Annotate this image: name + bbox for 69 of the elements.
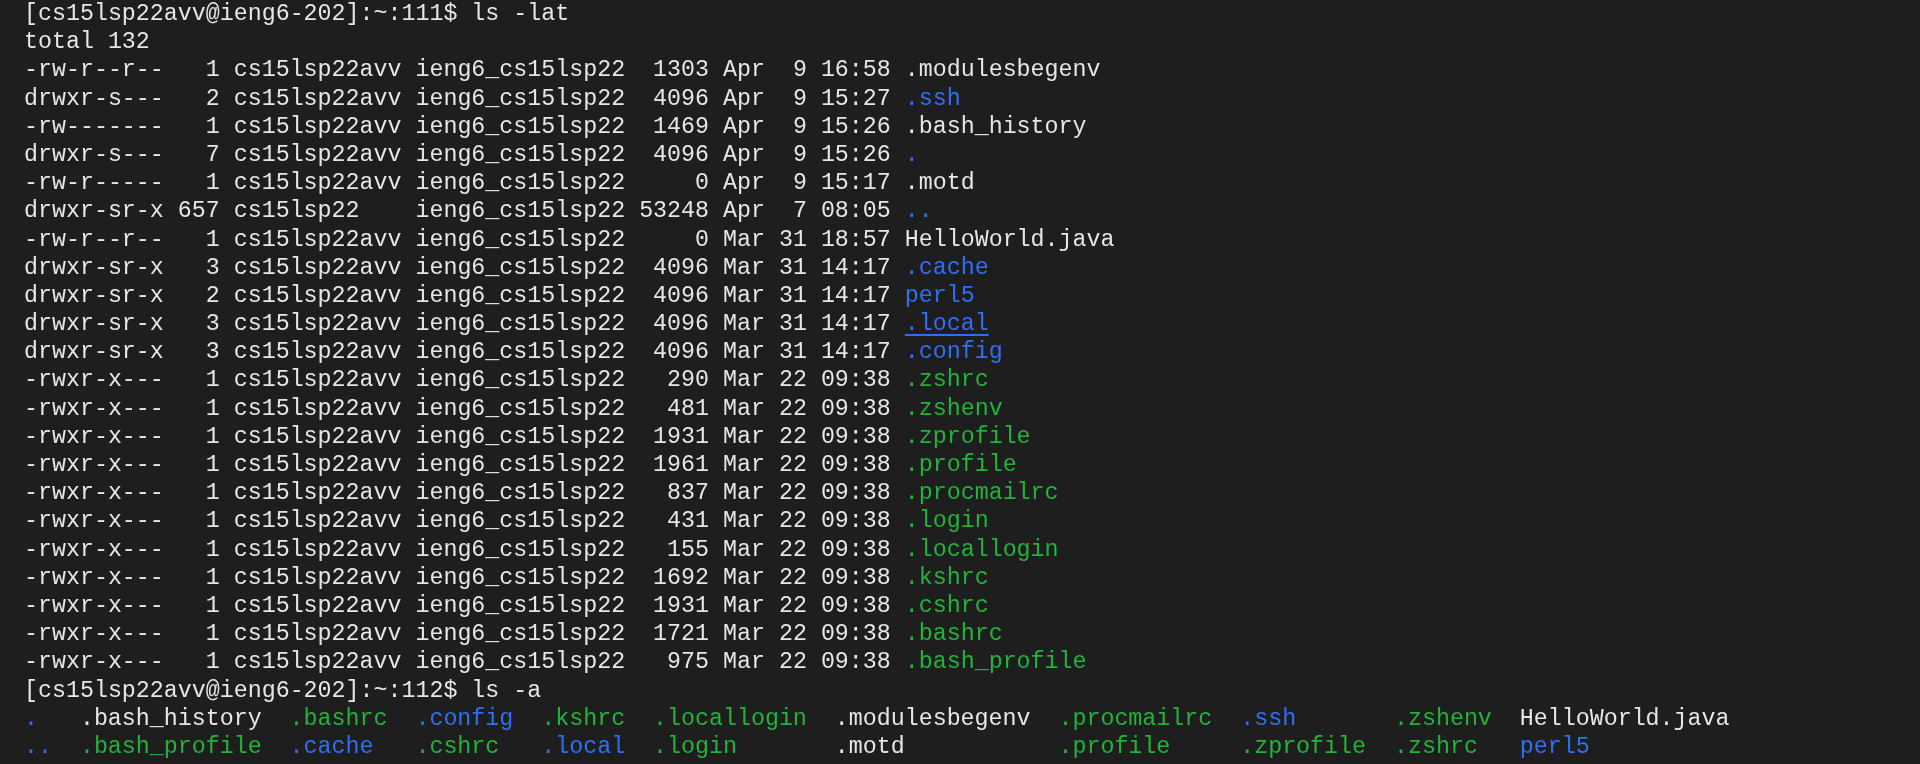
file-details: -rwxr-x--- 1 cs15lsp22avv ieng6_cs15lsp22 431 Mar 22 09:38 <box>24 507 891 536</box>
file-details: drwxr-sr-x 3 cs15lsp22avv ieng6_cs15lsp22 4096 Mar 31 14:17 <box>24 310 891 339</box>
file-details: -rwxr-x--- 1 cs15lsp22avv ieng6_cs15lsp22 481 Mar 22 09:38 <box>24 394 891 423</box>
file-name: .ssh <box>1240 705 1297 732</box>
file-name: .local <box>904 310 989 339</box>
file-name: . <box>904 140 919 170</box>
file-details: drwxr-sr-x 3 cs15lsp22avv ieng6_cs15lsp22 4096 Mar 31 14:17 <box>24 338 891 367</box>
file-name: .ssh <box>904 84 961 113</box>
file-details: drwxr-sr-x 3 cs15lsp22avv ieng6_cs15lsp22 4096 Mar 31 14:17 <box>24 253 891 282</box>
file-name: .bashrc <box>289 705 388 732</box>
file-name: HelloWorld.java <box>1519 705 1730 732</box>
file-name: .zshrc <box>1394 733 1478 760</box>
file-name: perl5 <box>904 281 975 311</box>
file-name: .cshrc <box>415 733 500 760</box>
output-line: total 132 <box>24 29 150 56</box>
file-details: -rwxr-x--- 1 cs15lsp22avv ieng6_cs15lsp22 1692 Mar 22 09:38 <box>24 563 891 592</box>
prompt-line: [cs15lsp22avv@ieng6-202]:~:111$ ls -lat <box>24 1 570 27</box>
prompt-line: [cs15lsp22avv@ieng6-202]:~:112$ ls -a <box>24 677 542 704</box>
file-details: drwxr-s--- 7 cs15lsp22avv ieng6_cs15lsp22 4096 Apr 9 15:26 <box>24 140 891 170</box>
file-details: -rwxr-x--- 1 cs15lsp22avv ieng6_cs15lsp22 837 Mar 22 09:38 <box>24 479 891 508</box>
file-details: -rwxr-x--- 1 cs15lsp22avv ieng6_cs15lsp22 155 Mar 22 09:38 <box>24 535 891 564</box>
file-name: .. <box>24 733 52 760</box>
file-name: .motd <box>834 733 905 760</box>
file-details: drwxr-s--- 2 cs15lsp22avv ieng6_cs15lsp22 4096 Apr 9 15:27 <box>24 84 891 113</box>
file-name: .motd <box>904 169 975 198</box>
file-name: .profile <box>904 451 1017 480</box>
file-name: .locallogin <box>904 535 1059 564</box>
file-details: -rw-r--r-- 1 cs15lsp22avv ieng6_cs15lsp22 1303 Apr 9 16:58 <box>24 56 891 85</box>
file-name: perl5 <box>1519 733 1590 760</box>
file-name: HelloWorld.java <box>904 225 1115 254</box>
file-name: .procmailrc <box>904 479 1059 508</box>
file-name: .login <box>653 733 737 760</box>
file-name: .cache <box>904 253 989 282</box>
file-details: drwxr-sr-x 2 cs15lsp22avv ieng6_cs15lsp22 4096 Mar 31 14:17 <box>24 281 891 311</box>
file-name: . <box>24 705 38 732</box>
file-name: .modulesbegenv <box>904 56 1101 85</box>
file-name: .cache <box>289 733 374 760</box>
file-details: -rwxr-x--- 1 cs15lsp22avv ieng6_cs15lsp22 290 Mar 22 09:38 <box>24 366 891 395</box>
file-name: .zshenv <box>1394 705 1492 732</box>
file-name: .zprofile <box>1240 733 1367 760</box>
file-details: -rw-r----- 1 cs15lsp22avv ieng6_cs15lsp22 0 Apr 9 15:17 <box>24 169 891 198</box>
file-details: -rwxr-x--- 1 cs15lsp22avv ieng6_cs15lsp22 1721 Mar 22 09:38 <box>24 620 891 649</box>
file-details: drwxr-sr-x 657 cs15lsp22 ieng6_cs15lsp22 53248 Apr 7 08:05 <box>24 197 891 226</box>
file-name: .zshenv <box>904 394 1003 423</box>
file-name: .config <box>904 338 1003 367</box>
file-details: -rw------- 1 cs15lsp22avv ieng6_cs15lsp22 1469 Apr 9 15:26 <box>24 112 891 141</box>
file-name: .bash_history <box>79 705 262 732</box>
file-name: .modulesbegenv <box>834 705 1031 732</box>
file-details: -rwxr-x--- 1 cs15lsp22avv ieng6_cs15lsp22 1961 Mar 22 09:38 <box>24 451 891 480</box>
file-details: -rwxr-x--- 1 cs15lsp22avv ieng6_cs15lsp22 1931 Mar 22 09:38 <box>24 591 891 621</box>
file-details: -rwxr-x--- 1 cs15lsp22avv ieng6_cs15lsp22 1931 Mar 22 09:38 <box>24 422 891 451</box>
file-details: -rw-r--r-- 1 cs15lsp22avv ieng6_cs15lsp22 0 Mar 31 18:57 <box>24 225 891 254</box>
file-name: .login <box>904 507 989 536</box>
file-name: .bash_history <box>904 112 1087 141</box>
file-name: .bash_profile <box>79 733 262 760</box>
file-name: .kshrc <box>541 705 626 732</box>
file-name: .zprofile <box>904 422 1031 451</box>
file-name: .. <box>904 197 933 226</box>
file-name: .kshrc <box>904 563 989 592</box>
file-name: .bashrc <box>904 620 1003 649</box>
file-name: .bash_profile <box>904 648 1087 677</box>
file-name: .cshrc <box>904 591 989 621</box>
file-name: .config <box>415 705 514 732</box>
file-name: .zshrc <box>904 366 989 395</box>
file-name: .procmailrc <box>1058 705 1213 732</box>
file-name: .local <box>541 733 626 760</box>
file-name: .profile <box>1058 733 1171 760</box>
file-name: .locallogin <box>653 705 807 732</box>
file-details: -rwxr-x--- 1 cs15lsp22avv ieng6_cs15lsp22 975 Mar 22 09:38 <box>24 648 891 677</box>
